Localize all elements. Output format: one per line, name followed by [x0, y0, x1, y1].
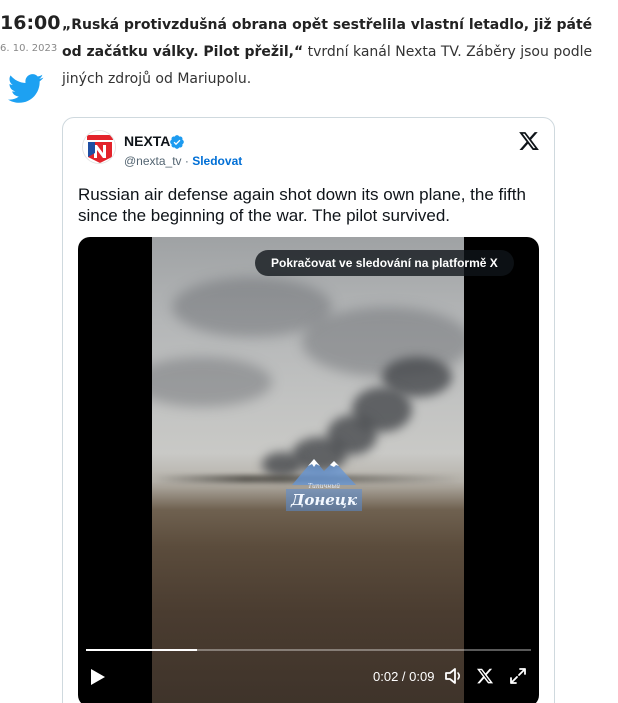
author-avatar[interactable] — [82, 130, 116, 164]
mountains-logo-icon — [292, 459, 356, 485]
twitter-bird-icon — [8, 74, 44, 103]
author-handle[interactable]: @nexta_tv — [124, 154, 182, 168]
handle-separator: · — [181, 154, 193, 168]
video-frame[interactable]: Типичный Донецк — [152, 237, 464, 703]
play-icon[interactable] — [90, 668, 106, 686]
continue-on-x-button[interactable]: Pokračovat ve sledování na platformě X — [255, 250, 514, 276]
entry-time: 16:00 — [0, 12, 61, 34]
video-progress-fill — [86, 649, 198, 651]
channel-watermark: Типичный Донецк — [286, 455, 362, 517]
video-time-readout: 0:02 / 0:09 — [373, 669, 434, 684]
video-progress-bar[interactable] — [86, 649, 531, 651]
cloud — [152, 357, 272, 407]
live-feed-entry: 16:00 6. 10. 2023 „Ruská protivzdušná ob… — [0, 0, 618, 703]
watermark-text: Донецк — [286, 489, 362, 511]
x-logo-icon[interactable] — [476, 667, 494, 685]
video-current-time: 0:02 — [373, 669, 399, 684]
video-duration: 0:09 — [409, 669, 435, 684]
entry-date: 6. 10. 2023 — [0, 43, 58, 54]
video-time-separator: / — [398, 669, 410, 684]
tweet-text: Russian air defense again shot down its … — [78, 185, 526, 225]
x-logo-icon[interactable] — [518, 130, 540, 152]
verified-badge-icon — [170, 135, 184, 149]
volume-icon[interactable] — [444, 666, 464, 686]
nexta-logo-icon — [83, 131, 115, 163]
fullscreen-icon[interactable] — [509, 667, 527, 685]
embedded-tweet[interactable]: NEXTA @nexta_tv · Sledovat Russian air d… — [62, 117, 555, 703]
entry-headline: „Ruská protivzdušná obrana opět sestřeli… — [62, 12, 610, 93]
author-handle-line: @nexta_tv · Sledovat — [124, 154, 242, 168]
video-player[interactable]: Типичный Донецк Pokračovat ve sledování … — [78, 237, 539, 703]
author-name[interactable]: NEXTA — [124, 133, 170, 149]
follow-button[interactable]: Sledovat — [192, 154, 242, 168]
